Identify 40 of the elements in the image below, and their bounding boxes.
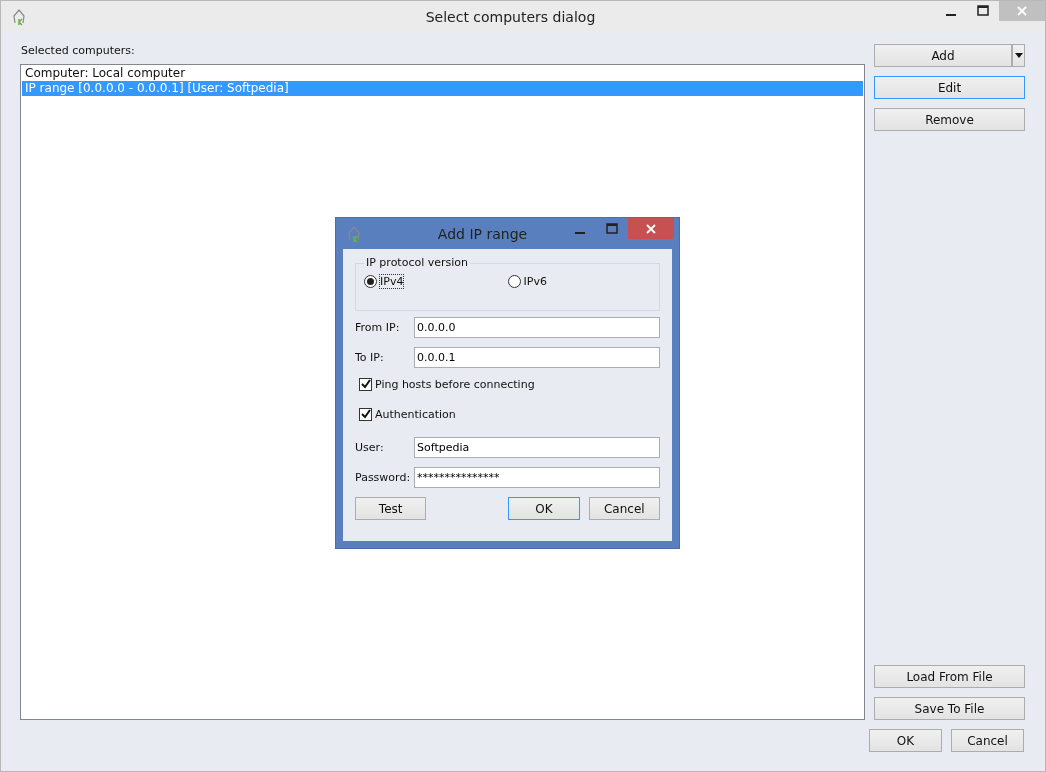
close-icon <box>646 223 656 234</box>
add-button[interactable]: Add <box>874 44 1012 67</box>
side-button[interactable]: Remove <box>874 108 1025 131</box>
app-logo-icon <box>12 7 26 26</box>
side-button[interactable]: Edit <box>874 76 1025 99</box>
check-icon <box>360 379 371 389</box>
password-field[interactable]: *************** <box>414 467 660 488</box>
ok-button[interactable]: OK <box>508 497 580 520</box>
group-label: IP protocol version <box>364 256 471 269</box>
to-ip-label: To IP: <box>355 351 385 364</box>
minimize-icon <box>575 231 585 234</box>
list-item[interactable]: Computer: Local computer <box>22 66 863 81</box>
app-logo-icon <box>347 224 361 243</box>
close-icon <box>1017 6 1027 16</box>
caret-icon <box>1014 53 1023 58</box>
user-label: User: <box>355 441 385 454</box>
maximize-icon <box>606 222 618 235</box>
ok-button[interactable]: OK <box>869 729 942 752</box>
file-button[interactable]: Save To File <box>874 697 1025 720</box>
from-ip-field[interactable]: 0.0.0.0 <box>414 317 660 338</box>
to-ip-field[interactable]: 0.0.0.1 <box>414 347 660 368</box>
file-button[interactable]: Load From File <box>874 665 1025 688</box>
window-title: Select computers dialog <box>424 8 597 25</box>
checkbox-option[interactable]: Authentication <box>359 406 660 422</box>
dialog-title: Add IP range <box>436 225 529 242</box>
dropdown-button[interactable] <box>1012 44 1025 67</box>
check-icon <box>360 409 371 419</box>
maximize-icon <box>977 5 989 17</box>
radio-option[interactable]: IPv6 <box>507 275 651 288</box>
cancel-button[interactable]: Cancel <box>951 729 1024 752</box>
list-label: Selected computers: <box>20 44 136 59</box>
checkbox-option[interactable]: Ping hosts before connecting <box>359 376 660 392</box>
close-button[interactable] <box>628 218 674 239</box>
radio-option[interactable]: IPv4 <box>364 275 508 288</box>
from-ip-label: From IP: <box>355 321 401 334</box>
password-label: Password: <box>355 471 412 484</box>
test-button[interactable]: Test <box>355 497 427 520</box>
minimize-icon <box>946 14 956 16</box>
cancel-button[interactable]: Cancel <box>588 497 660 520</box>
user-field[interactable]: Softpedia <box>414 437 660 458</box>
